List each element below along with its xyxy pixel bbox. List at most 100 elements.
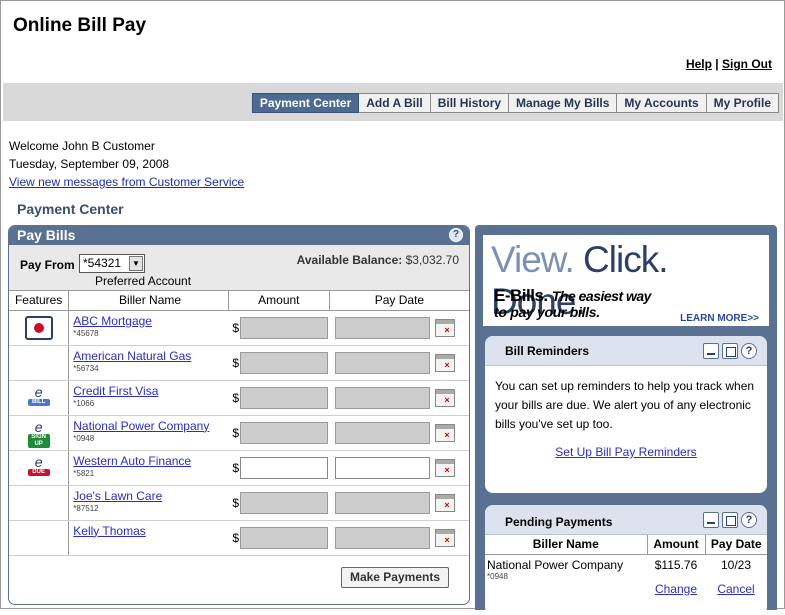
biller-name-link[interactable]: American Natural Gas (73, 349, 228, 363)
pay-from-value: *54321 (83, 256, 122, 270)
pay-date-cell: × (329, 485, 469, 521)
amount-cell: $ (228, 520, 330, 556)
calendar-icon[interactable]: × (435, 423, 456, 442)
biller-account: *5821 (73, 468, 95, 478)
pay-date-input[interactable] (335, 351, 431, 374)
pay-date-input[interactable] (335, 456, 431, 479)
change-link[interactable]: Change (655, 582, 697, 596)
pending-amount-cell: $115.76 Change (647, 554, 705, 597)
pay-date-cell: × (329, 310, 469, 346)
amount-cell: $ (228, 485, 330, 521)
amount-input[interactable] (240, 526, 329, 549)
currency-symbol: $ (232, 390, 240, 405)
bill-reminders-header: Bill Reminders ? (485, 336, 767, 366)
amount-cell: $ (228, 415, 330, 451)
pending-row: National Power Company *0948 $115.76 Cha… (485, 554, 767, 597)
amount-input[interactable] (240, 351, 329, 374)
biller-cell: Credit First Visa *1066 (68, 380, 229, 416)
bill-reminders-text: You can set up reminders to help you tra… (495, 379, 755, 431)
help-icon[interactable]: ? (741, 343, 757, 359)
dropdown-arrow-icon[interactable]: ▼ (129, 256, 143, 271)
table-row: ABC Mortgage *45678 $ × (9, 310, 469, 346)
ebill-due-icon[interactable]: e DUE (24, 455, 53, 480)
pay-date-input[interactable] (335, 491, 431, 514)
bills-table-header: Features Biller Name Amount Pay Date (9, 291, 469, 311)
top-links: Help | Sign Out (686, 57, 772, 71)
ebill-signup-icon[interactable]: e SIGN UP (24, 420, 53, 448)
tab-payment-center[interactable]: Payment Center (251, 93, 360, 113)
right-column: View. Click. Done. E-Bills. The easiest … (475, 225, 777, 615)
balance-value: $3,032.70 (405, 253, 459, 267)
currency-symbol: $ (232, 460, 240, 475)
calendar-icon[interactable]: × (435, 528, 456, 547)
pay-date-cell: × (329, 450, 469, 486)
amount-cell: $ (228, 310, 330, 346)
ad-tagline-1: The easiest way (551, 288, 652, 304)
amount-input[interactable] (240, 491, 329, 514)
col-biller-name: Biller Name (68, 291, 229, 311)
amount-input[interactable] (240, 421, 329, 444)
biller-name-link[interactable]: Kelly Thomas (73, 524, 228, 538)
pay-date-input[interactable] (335, 526, 431, 549)
biller-account: *1066 (73, 398, 95, 408)
biller-name-link[interactable]: Joe's Lawn Care (73, 489, 228, 503)
calendar-icon[interactable]: × (435, 388, 456, 407)
calendar-icon[interactable]: × (435, 318, 456, 337)
help-icon[interactable]: ? (741, 512, 757, 528)
pending-biller-cell: National Power Company *0948 (485, 554, 647, 597)
calendar-icon[interactable]: × (435, 353, 456, 372)
tab-bill-history[interactable]: Bill History (430, 93, 510, 113)
tab-strip: Payment Center Add A Bill Bill History M… (251, 93, 779, 113)
pay-date-input[interactable] (335, 421, 431, 444)
welcome-block: Welcome John B Customer Tuesday, Septemb… (9, 137, 244, 191)
nav-bar: Payment Center Add A Bill Bill History M… (3, 83, 783, 121)
maximize-icon[interactable] (722, 512, 738, 528)
tab-add-a-bill[interactable]: Add A Bill (359, 93, 431, 113)
help-link[interactable]: Help (686, 57, 712, 71)
maximize-icon[interactable] (722, 343, 738, 359)
app-title: Online Bill Pay (13, 15, 147, 36)
tab-my-accounts[interactable]: My Accounts (617, 93, 707, 113)
learn-more-link[interactable]: LEARN MORE>> (680, 313, 759, 324)
app-window: Online Bill Pay Help | Sign Out Payment … (0, 0, 785, 615)
amount-input[interactable] (240, 456, 329, 479)
tab-manage-my-bills[interactable]: Manage My Bills (509, 93, 618, 113)
col-pay-date: Pay Date (329, 291, 469, 311)
minimize-icon[interactable] (703, 512, 719, 528)
pending-table-header: Biller Name Amount Pay Date (485, 535, 767, 555)
make-payments-button[interactable]: Make Payments (340, 567, 449, 588)
ad-headline-view: View. (491, 239, 575, 280)
pay-date-input[interactable] (335, 316, 431, 339)
bills-table: Features Biller Name Amount Pay Date ABC… (9, 291, 469, 556)
cancel-link[interactable]: Cancel (717, 582, 754, 596)
pay-from-select[interactable]: *54321 ▼ (79, 254, 145, 273)
minimize-icon[interactable] (703, 343, 719, 359)
pay-date-input[interactable] (335, 386, 431, 409)
calendar-icon[interactable]: × (435, 493, 456, 512)
tab-my-profile[interactable]: My Profile (706, 93, 779, 113)
ebill-icon[interactable]: e BILL (24, 385, 53, 410)
biller-name-link[interactable]: ABC Mortgage (73, 314, 228, 328)
set-up-reminders-link[interactable]: Set Up Bill Pay Reminders (485, 445, 767, 459)
amount-input[interactable] (240, 316, 329, 339)
pay-bills-header: Pay Bills ? (9, 226, 469, 245)
help-icon[interactable]: ? (449, 228, 463, 242)
currency-symbol: $ (232, 355, 240, 370)
ebills-ad-banner[interactable]: View. Click. Done. E-Bills. The easiest … (483, 235, 769, 326)
feature-badge: DUE (27, 468, 50, 476)
signout-link[interactable]: Sign Out (722, 57, 772, 71)
messages-link[interactable]: View new messages from Customer Service (9, 175, 244, 189)
currency-symbol: $ (232, 425, 240, 440)
biller-name-link[interactable]: Credit First Visa (73, 384, 228, 398)
currency-symbol: $ (232, 495, 240, 510)
feature-cell: e SIGN UP (9, 415, 70, 451)
balance-label: Available Balance: (296, 253, 403, 267)
pending-amount: $115.76 (654, 557, 698, 572)
calendar-icon[interactable]: × (435, 458, 456, 477)
welcome-greeting: Welcome John B Customer (9, 139, 155, 153)
amount-input[interactable] (240, 386, 329, 409)
biller-cell: National Power Company *0948 (68, 415, 229, 451)
mortgage-icon (24, 315, 53, 340)
biller-name-link[interactable]: National Power Company (73, 419, 228, 433)
biller-name-link[interactable]: Western Auto Finance (73, 454, 228, 468)
